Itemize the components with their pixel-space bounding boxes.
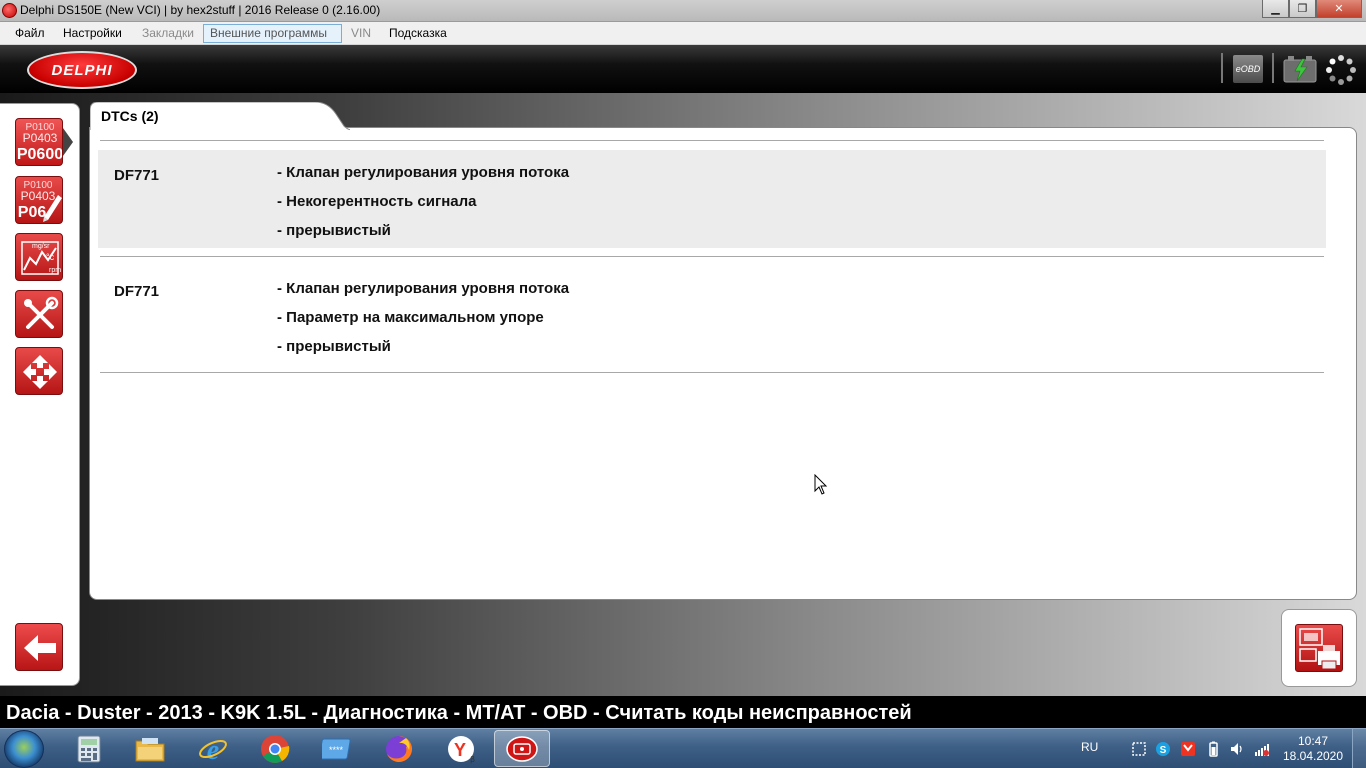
menu-bookmarks[interactable]: Закладки: [136, 25, 200, 42]
divider: [100, 140, 1324, 141]
dtc-description-line: - прерывистый: [277, 338, 391, 355]
cycle-arrows-icon: [23, 355, 57, 389]
menu-file[interactable]: Файл: [9, 25, 51, 42]
sidebar-item-live-data[interactable]: mg/sr °c rpm: [15, 233, 63, 281]
header-separator: [1221, 53, 1223, 83]
battery-tray-icon[interactable]: [1205, 741, 1221, 757]
svg-text:Y: Y: [454, 740, 466, 760]
svg-text:P0403: P0403: [21, 189, 56, 203]
dtc-code: DF771: [114, 167, 160, 184]
sidebar-item-clear-dtc[interactable]: P0100 P0403 P06: [15, 176, 63, 224]
menu-external-programs[interactable]: Внешние программы: [203, 24, 342, 43]
live-data-graph-icon: mg/sr °c rpm: [21, 241, 61, 275]
delphi-logo: DELPHI: [27, 51, 137, 89]
report-print-icon: [1299, 628, 1340, 670]
logo-text: DELPHI: [51, 61, 113, 79]
mouse-cursor-icon: [814, 474, 828, 495]
keyboard-app-icon[interactable]: ****: [320, 733, 354, 765]
maximize-button[interactable]: ❐: [1289, 0, 1316, 18]
internet-explorer-icon[interactable]: e: [196, 733, 230, 765]
sidebar-item-read-dtc[interactable]: P0100 P0403 P0600: [15, 118, 63, 166]
menu-bar: Файл Настройки Закладки Внешние программ…: [0, 22, 1366, 45]
app-icon: [2, 3, 17, 18]
yandex-tray-icon[interactable]: [1180, 741, 1196, 757]
dtc-erase-icon: P0100 P0403 P06: [18, 180, 62, 222]
volume-icon[interactable]: [1229, 741, 1245, 757]
svg-text:P0600: P0600: [17, 146, 63, 163]
dtc-description-line: - Клапан регулирования уровня потока: [277, 164, 570, 181]
language-indicator[interactable]: RU: [1081, 740, 1098, 754]
header-separator: [1272, 53, 1274, 83]
calculator-icon[interactable]: [72, 733, 106, 765]
show-desktop-button[interactable]: [1352, 729, 1366, 768]
svg-text:e: e: [207, 735, 219, 764]
dtc-description-line: - Параметр на максимальном упоре: [277, 309, 544, 326]
clock-date: 18.04.2020: [1282, 749, 1344, 763]
dtc-description-line: - Некогерентность сигнала: [277, 193, 477, 210]
start-button[interactable]: [4, 730, 44, 768]
report-button[interactable]: [1295, 624, 1343, 672]
close-button[interactable]: ✕: [1316, 0, 1362, 18]
app-header: DELPHI eOBD: [0, 45, 1366, 93]
svg-text:****: ****: [329, 745, 344, 755]
menu-help[interactable]: Подсказка: [383, 25, 453, 42]
sidebar-item-adjustments[interactable]: [15, 347, 63, 395]
clock[interactable]: 10:47 18.04.2020: [1282, 734, 1344, 764]
menu-settings[interactable]: Настройки: [57, 25, 128, 42]
tab-dtcs-label: DTCs (2): [101, 108, 159, 124]
title-bar: Delphi DS150E (New VCI) | by hex2stuff |…: [0, 0, 1366, 22]
menu-vin[interactable]: VIN: [345, 25, 377, 42]
breadcrumb: Dacia - Duster - 2013 - K9K 1.5L - Диагн…: [6, 702, 912, 724]
svg-text:S: S: [1160, 745, 1167, 756]
network-signal-icon[interactable]: [1254, 741, 1270, 757]
window-controls: ▁ ❐ ✕: [1262, 0, 1362, 19]
divider: [100, 256, 1324, 257]
delphi-app-icon[interactable]: [494, 730, 550, 767]
explorer-icon[interactable]: [133, 733, 167, 765]
dtc-codes-icon: P0100 P0403 P0600: [17, 122, 63, 163]
tools-icon: [24, 296, 59, 329]
svg-text:P06: P06: [18, 204, 47, 221]
chrome-icon[interactable]: [258, 733, 292, 765]
dtc-row[interactable]: DF771 - Клапан регулирования уровня пото…: [98, 266, 1326, 364]
sidebar-item-activation[interactable]: [15, 290, 63, 338]
svg-text:°c: °c: [46, 252, 55, 262]
battery-charge-icon[interactable]: [1283, 55, 1317, 83]
dtc-description-line: - прерывистый: [277, 222, 391, 239]
dtc-description-line: - Клапан регулирования уровня потока: [277, 280, 570, 297]
skype-icon[interactable]: S: [1155, 741, 1171, 757]
selected-indicator-arrow: [63, 128, 73, 156]
dtc-code: DF771: [114, 283, 160, 300]
loading-dots-icon: [1326, 55, 1356, 85]
eobd-label: eOBD: [1235, 64, 1261, 74]
back-arrow-icon: [24, 635, 56, 661]
svg-text:P0403: P0403: [23, 131, 58, 145]
status-bar: Dacia - Duster - 2013 - K9K 1.5L - Диагн…: [0, 696, 1366, 728]
firefox-icon[interactable]: [382, 733, 416, 765]
eobd-icon[interactable]: eOBD: [1233, 55, 1263, 83]
dtc-row[interactable]: DF771 - Клапан регулирования уровня пото…: [98, 150, 1326, 248]
screen-snip-icon[interactable]: [1131, 741, 1147, 757]
minimize-button[interactable]: ▁: [1262, 0, 1289, 18]
divider: [100, 372, 1324, 373]
yandex-browser-icon[interactable]: Yβ: [444, 733, 478, 765]
taskbar: e **** Yβ RU S 10:47 18.04.2020: [0, 728, 1366, 768]
back-button[interactable]: [15, 623, 63, 671]
svg-text:mg/sr: mg/sr: [32, 243, 50, 250]
clock-time: 10:47: [1297, 734, 1329, 748]
svg-text:rpm: rpm: [49, 267, 61, 274]
window-title: Delphi DS150E (New VCI) | by hex2stuff |…: [20, 3, 381, 17]
svg-text:β: β: [470, 755, 475, 764]
